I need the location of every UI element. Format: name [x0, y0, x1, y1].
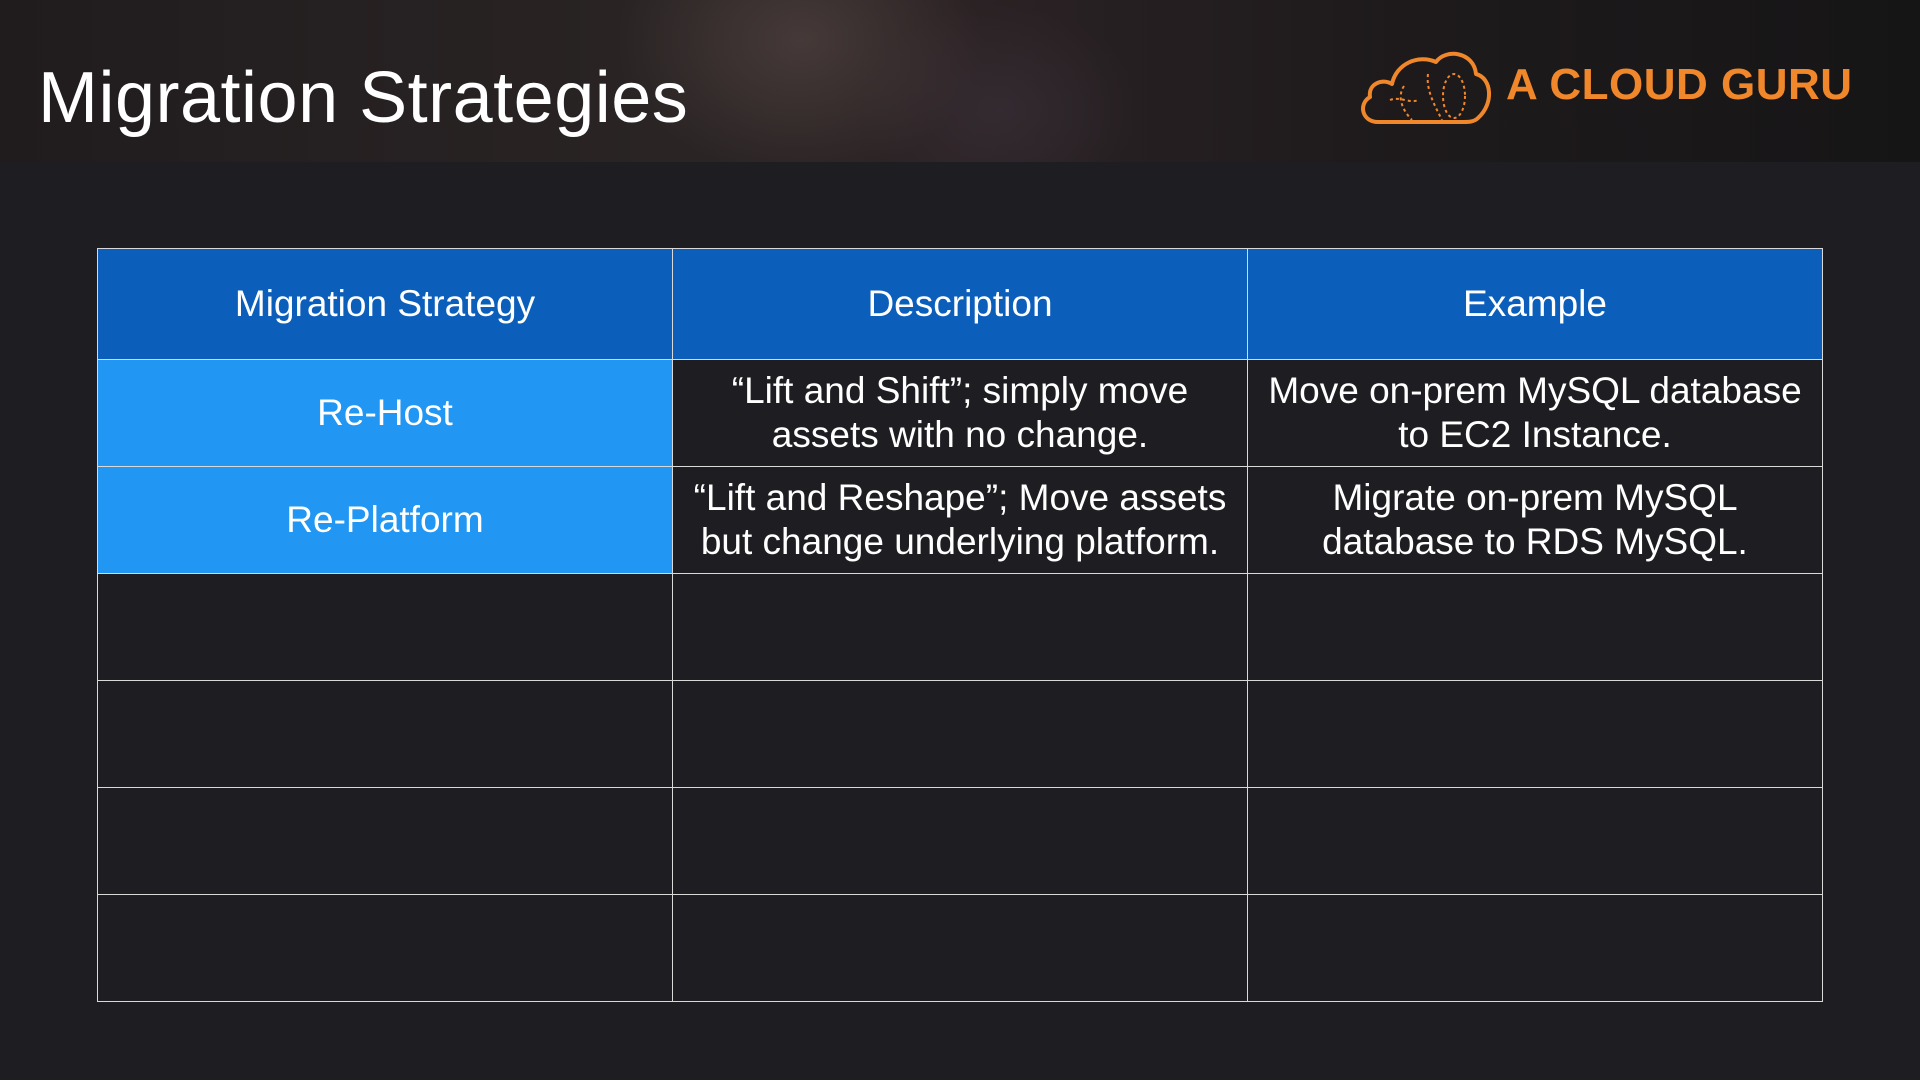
strategy-cell: [97, 680, 673, 788]
description-cell: [672, 680, 1248, 788]
table-row: [97, 787, 1823, 895]
table-row: [97, 573, 1823, 681]
description-cell: “Lift and Shift”; simply move assets wit…: [672, 359, 1248, 467]
table-header-row: Migration Strategy Description Example: [97, 248, 1823, 360]
example-cell: [1247, 787, 1823, 895]
brand-logo: A CLOUD GURU: [1356, 40, 1886, 130]
table-row: [97, 680, 1823, 788]
strategy-table: Migration Strategy Description Example R…: [97, 248, 1823, 1002]
table-row: [97, 894, 1823, 1002]
column-header-strategy: Migration Strategy: [97, 248, 673, 360]
strategy-cell: [97, 573, 673, 681]
brand-name: A CLOUD GURU: [1506, 60, 1853, 109]
strategy-cell: [97, 787, 673, 895]
strategy-cell: [97, 894, 673, 1002]
table-row: Re-Platform “Lift and Reshape”; Move ass…: [97, 466, 1823, 574]
example-cell: Move on-prem MySQL database to EC2 Insta…: [1247, 359, 1823, 467]
cloud-logo-icon: [1361, 52, 1491, 124]
strategy-cell: Re-Host: [97, 359, 673, 467]
column-header-description: Description: [672, 248, 1248, 360]
example-cell: Migrate on-prem MySQL database to RDS My…: [1247, 466, 1823, 574]
description-cell: [672, 894, 1248, 1002]
slide: Migration Strategies A CLOUD GURU Migrat…: [0, 0, 1920, 1080]
column-header-example: Example: [1247, 248, 1823, 360]
table-row: Re-Host “Lift and Shift”; simply move as…: [97, 359, 1823, 467]
example-cell: [1247, 680, 1823, 788]
strategy-cell: Re-Platform: [97, 466, 673, 574]
example-cell: [1247, 894, 1823, 1002]
description-cell: [672, 573, 1248, 681]
description-cell: “Lift and Reshape”; Move assets but chan…: [672, 466, 1248, 574]
example-cell: [1247, 573, 1823, 681]
page-title: Migration Strategies: [38, 58, 689, 138]
description-cell: [672, 787, 1248, 895]
